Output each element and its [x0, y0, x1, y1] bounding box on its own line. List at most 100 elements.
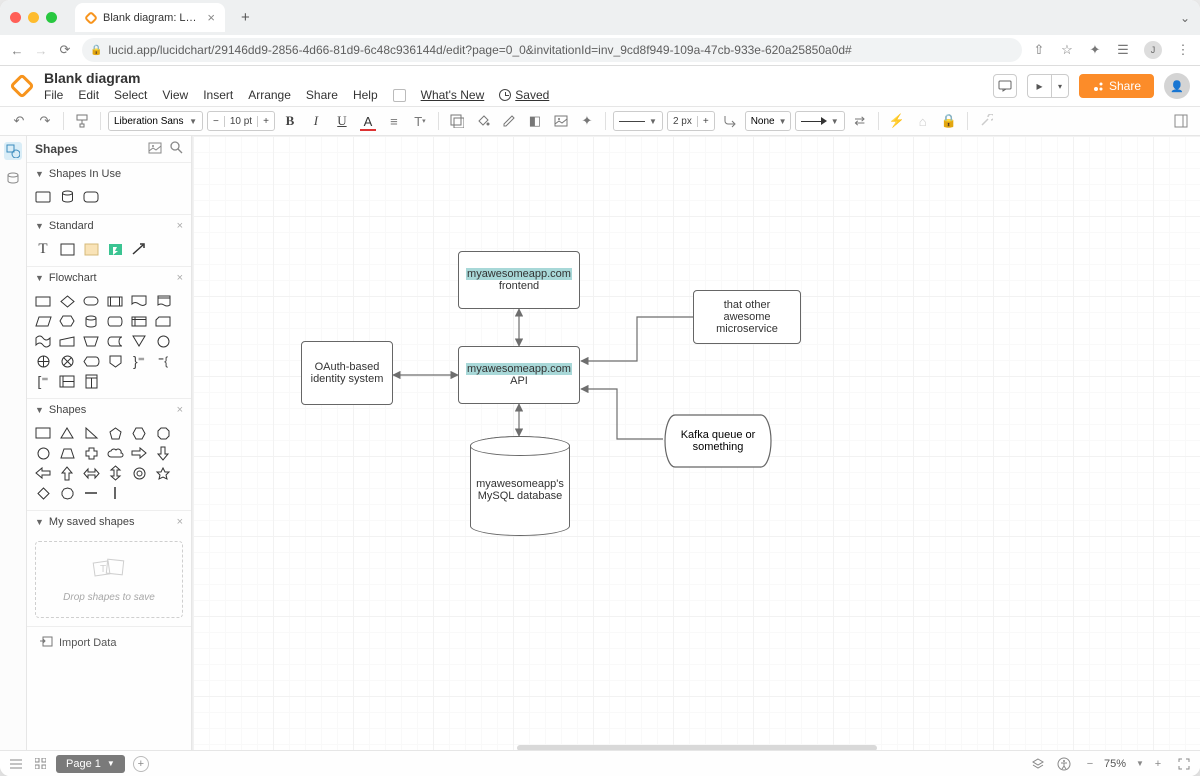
- fc-card-icon[interactable]: [154, 314, 172, 328]
- node-microservice[interactable]: that other awesome microservice: [693, 290, 801, 344]
- paint-format-button[interactable]: [71, 110, 93, 132]
- fc-merge-icon[interactable]: [130, 334, 148, 348]
- zoom-in-button[interactable]: +: [1150, 756, 1166, 772]
- fc-document-icon[interactable]: [130, 294, 148, 308]
- link-button[interactable]: ⌂: [912, 110, 934, 132]
- grid-view-icon[interactable]: [32, 756, 48, 772]
- drop-zone[interactable]: T Drop shapes to save: [35, 541, 183, 618]
- sh-line-v-icon[interactable]: [106, 486, 124, 500]
- line-width-stepper[interactable]: 2 px +: [667, 111, 715, 131]
- right-panel-toggle[interactable]: [1170, 110, 1192, 132]
- fc-predefined-icon[interactable]: [106, 294, 124, 308]
- section-shapes-in-use[interactable]: ▼Shapes In Use: [27, 163, 191, 185]
- fc-multidoc-icon[interactable]: [154, 294, 172, 308]
- menu-help[interactable]: Help: [353, 88, 378, 102]
- back-button[interactable]: ←: [10, 43, 24, 58]
- sh-rect-icon[interactable]: [34, 426, 52, 440]
- fc-display-icon[interactable]: [82, 354, 100, 368]
- italic-button[interactable]: I: [305, 110, 327, 132]
- menu-insert[interactable]: Insert: [203, 88, 233, 102]
- panel-image-icon[interactable]: [148, 142, 162, 157]
- text-options-button[interactable]: T▾: [409, 110, 431, 132]
- zoom-dropdown[interactable]: ▼: [1132, 756, 1148, 772]
- menu-share[interactable]: Share: [306, 88, 338, 102]
- sh-arrow-u-icon[interactable]: [58, 466, 76, 480]
- menu-file[interactable]: File: [44, 88, 63, 102]
- sh-arrow-lr-icon[interactable]: [82, 466, 100, 480]
- reading-list-icon[interactable]: ☰: [1116, 42, 1130, 58]
- sh-triangle-icon[interactable]: [58, 426, 76, 440]
- fc-swimlane-h-icon[interactable]: [58, 374, 76, 388]
- swap-ends-button[interactable]: ⇄: [849, 110, 871, 132]
- border-color-button[interactable]: [498, 110, 520, 132]
- shape-rect-icon[interactable]: [34, 190, 52, 204]
- fc-bracket-icon[interactable]: [⁼: [34, 374, 52, 388]
- share-button[interactable]: Share: [1079, 74, 1154, 98]
- document-title[interactable]: Blank diagram: [44, 70, 549, 86]
- bookmark-icon[interactable]: ☆: [1060, 42, 1074, 58]
- a11y-icon[interactable]: [1056, 756, 1072, 772]
- std-block-icon[interactable]: [58, 242, 76, 256]
- text-color-button[interactable]: A: [357, 110, 379, 132]
- section-standard[interactable]: ▼Standard×: [27, 215, 191, 237]
- font-select[interactable]: Liberation Sans▼: [108, 111, 203, 131]
- lock-button[interactable]: 🔒: [938, 110, 960, 132]
- sh-arrow-ud-icon[interactable]: [106, 466, 124, 480]
- image-button[interactable]: [550, 110, 572, 132]
- fullscreen-icon[interactable]: [1176, 756, 1192, 772]
- sh-arrow-d-icon[interactable]: [154, 446, 172, 460]
- zoom-value[interactable]: 75%: [1100, 758, 1130, 770]
- sh-arrow-r-icon[interactable]: [130, 446, 148, 460]
- std-hotspot-icon[interactable]: [106, 242, 124, 256]
- node-api[interactable]: myawesomeapp.com API: [458, 346, 580, 404]
- align-button[interactable]: ≡: [383, 110, 405, 132]
- reload-button[interactable]: ⟳: [58, 42, 72, 58]
- comment-button[interactable]: [993, 74, 1017, 98]
- fc-database-icon[interactable]: [82, 314, 100, 328]
- bold-button[interactable]: B: [279, 110, 301, 132]
- line-start-select[interactable]: None▼: [745, 111, 791, 131]
- line-end-select[interactable]: ▼: [795, 111, 845, 131]
- layers-icon[interactable]: [1030, 756, 1046, 772]
- fc-hexagon-icon[interactable]: [58, 314, 76, 328]
- tab-overflow-icon[interactable]: ⌄: [1180, 11, 1190, 25]
- sh-circle-icon[interactable]: [34, 446, 52, 460]
- fill-button[interactable]: [446, 110, 468, 132]
- std-arrow-icon[interactable]: [130, 242, 148, 256]
- font-size-stepper[interactable]: − 10 pt +: [207, 111, 275, 131]
- node-db[interactable]: myawesomeapp's MySQL database: [470, 436, 570, 536]
- std-text-icon[interactable]: T: [34, 242, 52, 256]
- sh-rtriangle-icon[interactable]: [82, 426, 100, 440]
- fc-offpage-icon[interactable]: [106, 354, 124, 368]
- fc-tape-icon[interactable]: [34, 334, 52, 348]
- redo-button[interactable]: ↷: [34, 110, 56, 132]
- fc-stored-icon[interactable]: [106, 334, 124, 348]
- fc-note-icon[interactable]: ⁼{: [154, 354, 172, 368]
- fc-brace-icon[interactable]: }⁼: [130, 354, 148, 368]
- sh-cloud-icon[interactable]: [106, 446, 124, 460]
- canvas[interactable]: myawesomeapp.com frontend myawesomeapp.c…: [192, 136, 1200, 776]
- menu-select[interactable]: Select: [114, 88, 147, 102]
- fc-directdata-icon[interactable]: [106, 314, 124, 328]
- node-frontend[interactable]: myawesomeapp.com frontend: [458, 251, 580, 309]
- sh-trap-icon[interactable]: [58, 446, 76, 460]
- lucid-logo-icon[interactable]: [10, 74, 34, 98]
- whats-new-link[interactable]: What's New: [421, 88, 485, 102]
- sh-minus-icon[interactable]: [82, 486, 100, 500]
- fc-decision-icon[interactable]: [58, 294, 76, 308]
- shadow-button[interactable]: ◧: [524, 110, 546, 132]
- browser-profile-avatar[interactable]: J: [1144, 41, 1162, 59]
- magic-button[interactable]: ✦: [576, 110, 598, 132]
- std-note-icon[interactable]: [82, 242, 100, 256]
- fc-sum-icon[interactable]: [58, 354, 76, 368]
- decrease-size[interactable]: −: [208, 116, 224, 127]
- upgrade-icon[interactable]: [393, 89, 406, 102]
- sh-pentagon-icon[interactable]: [106, 426, 124, 440]
- sh-hex-icon[interactable]: [130, 426, 148, 440]
- fc-connector-icon[interactable]: [154, 334, 172, 348]
- present-dropdown[interactable]: ▾: [1051, 74, 1069, 98]
- new-tab-button[interactable]: +: [233, 9, 258, 26]
- tools-button[interactable]: [975, 110, 997, 132]
- shape-cylinder-icon[interactable]: [58, 190, 76, 204]
- section-flowchart[interactable]: ▼Flowchart×: [27, 267, 191, 289]
